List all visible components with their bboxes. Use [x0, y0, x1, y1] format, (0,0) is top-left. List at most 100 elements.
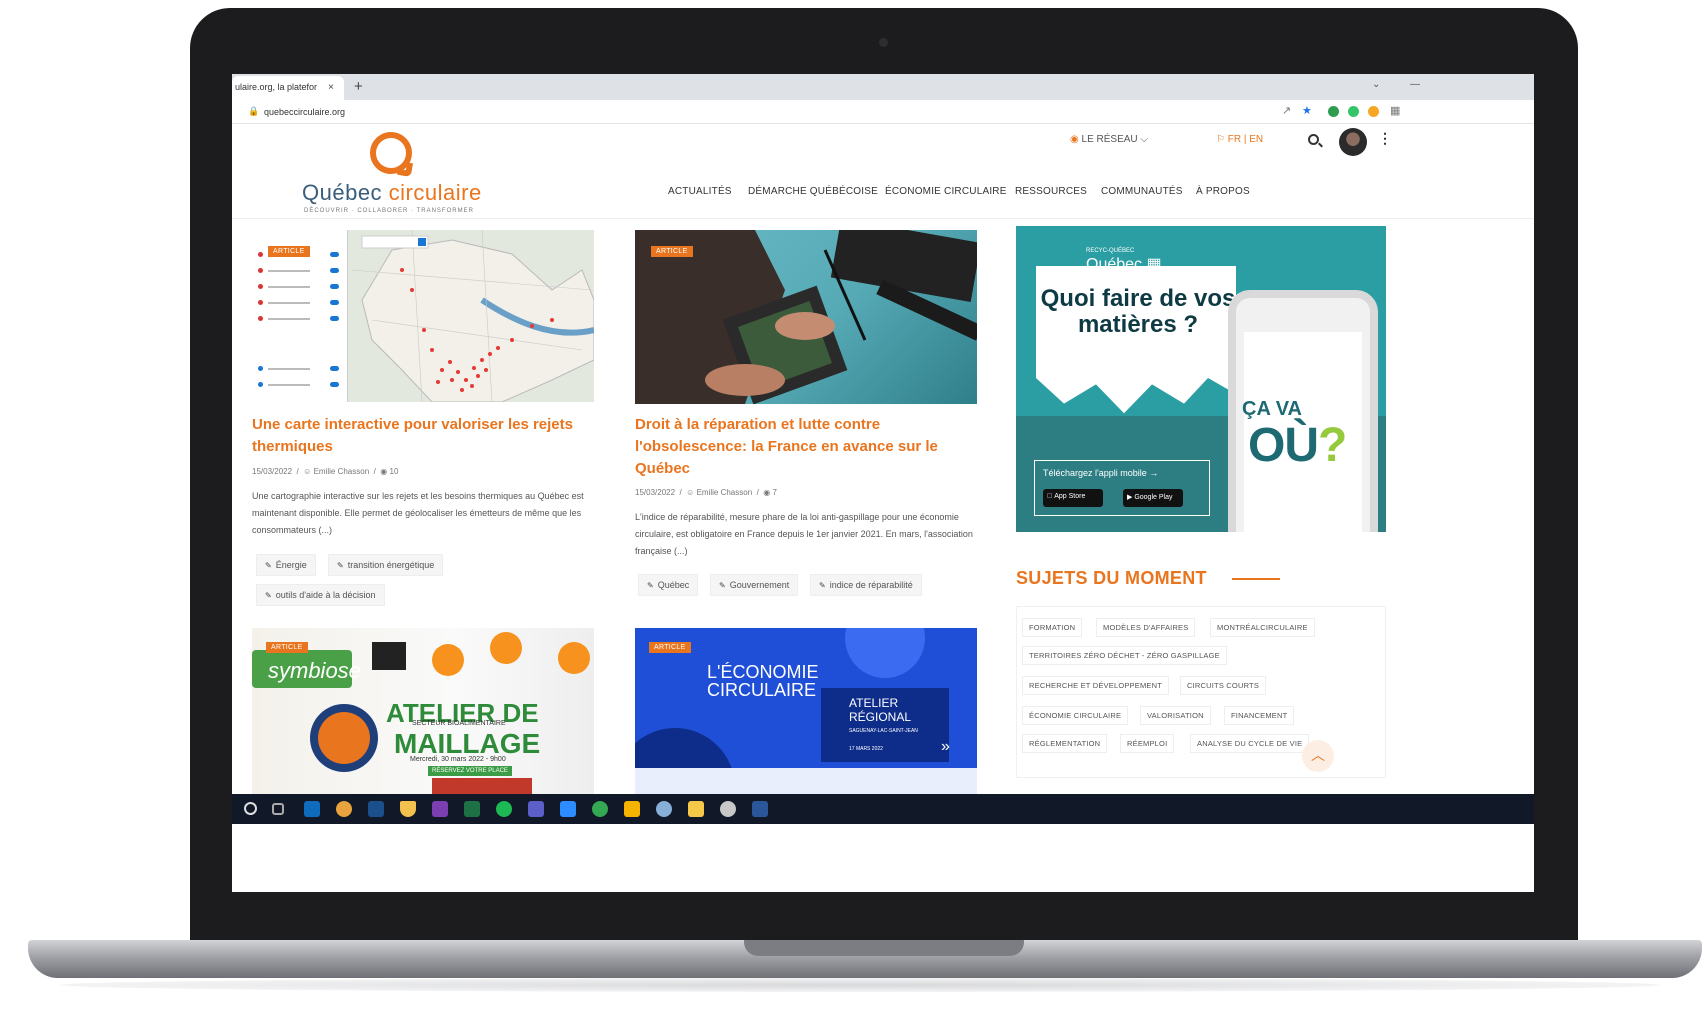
arrow-icon: »: [941, 738, 950, 755]
extension-icon[interactable]: [1328, 106, 1339, 117]
new-tab-button[interactable]: +: [354, 78, 363, 95]
card-image-repair[interactable]: ARTICLE: [635, 230, 977, 404]
url-field[interactable]: quebeccirculaire.org: [264, 107, 345, 117]
word-icon[interactable]: [752, 801, 768, 817]
chrome-icon[interactable]: [336, 801, 352, 817]
nav-a-propos[interactable]: À PROPOS: [1196, 186, 1250, 197]
globe-app-icon[interactable]: [592, 801, 608, 817]
share-icon[interactable]: ↗: [1282, 104, 1291, 117]
nav-demarche[interactable]: DÉMARCHE QUÉBÉCOISE: [748, 186, 878, 197]
browser-tab[interactable]: ulaire.org, la platefor ×: [232, 76, 344, 100]
topic-tag[interactable]: RÉGLEMENTATION: [1022, 734, 1108, 753]
card-image-atelier[interactable]: ARTICLE symbiose ATELIER DE SECTEUR BIOA…: [252, 628, 594, 794]
browser-tab-bar: ulaire.org, la platefor × + ⌄ —: [232, 74, 1534, 100]
excel-icon[interactable]: [464, 801, 480, 817]
download-box[interactable]: Téléchargez l'appli mobile →  App Store…: [1034, 460, 1210, 516]
topic-tag[interactable]: RECHERCHE ET DÉVELOPPEMENT: [1022, 676, 1170, 695]
tag-quebec[interactable]: Québec: [638, 574, 699, 596]
card-meta: 15/03/2022 / ☺ Emilie Chasson / ◉ 10: [252, 467, 399, 476]
eye-icon: ◉: [763, 488, 771, 497]
close-icon[interactable]: ×: [328, 82, 334, 93]
nav-actualites[interactable]: ACTUALITÉS: [668, 186, 732, 197]
laptop-screen: ulaire.org, la platefor × + ⌄ — 🔒 quebec…: [232, 74, 1534, 892]
camera-dot: [879, 38, 888, 47]
flask-icon[interactable]: [400, 801, 416, 817]
atelier-label: ATELIER: [849, 696, 899, 710]
topic-tag[interactable]: FORMATION: [1022, 618, 1083, 637]
date-label: 17 MARS 2022: [849, 746, 883, 752]
quebec-logo: RECYC-QUÉBEC Québec ▦: [1086, 248, 1162, 273]
card-meta: 15/03/2022 / ☺ Emilie Chasson / ◉ 7: [635, 488, 777, 497]
topic-tag[interactable]: TERRITOIRES ZÉRO DÉCHET - ZÉRO GASPILLAG…: [1022, 646, 1227, 665]
card-image-economie[interactable]: ARTICLE L'ÉCONOMIE CIRCULAIRE ATELIER RÉ…: [635, 628, 977, 794]
app-icon[interactable]: [624, 801, 640, 817]
laptop-shadow: [60, 978, 1660, 992]
nav-economie[interactable]: ÉCONOMIE CIRCULAIRE: [885, 186, 1007, 197]
topic-tag[interactable]: MONTRÉALCIRCULAIRE: [1210, 618, 1315, 637]
card-excerpt: Une cartographie interactive sur les rej…: [252, 491, 584, 535]
extension-icon[interactable]: [1368, 106, 1379, 117]
minimize-icon[interactable]: —: [1410, 79, 1420, 90]
topic-tag[interactable]: VALORISATION: [1140, 706, 1211, 725]
folder-icon[interactable]: [688, 801, 704, 817]
brand-name: Québec circulaire: [302, 180, 482, 205]
task-view-icon[interactable]: [272, 803, 284, 815]
lock-icon: 🔒: [248, 106, 260, 116]
heading-rule: [1232, 578, 1280, 580]
eye-icon: ◉: [380, 467, 388, 476]
avatar[interactable]: [1339, 128, 1367, 156]
article-badge: ARTICLE: [266, 642, 308, 653]
outlook-icon[interactable]: [304, 801, 320, 817]
extension-icon[interactable]: [1348, 106, 1359, 117]
onenote-icon[interactable]: [432, 801, 448, 817]
flag-icon: ⚐: [1216, 134, 1228, 145]
googleplay-button[interactable]: ▶ Google Play: [1123, 489, 1183, 507]
start-icon[interactable]: [244, 802, 257, 815]
card-excerpt: L'indice de réparabilité, mesure phare d…: [635, 512, 973, 556]
nav-ressources[interactable]: RESSOURCES: [1015, 186, 1087, 197]
symbiose-logo: symbiose: [268, 658, 361, 683]
snip-icon[interactable]: [656, 801, 672, 817]
spotify-icon[interactable]: [496, 801, 512, 817]
back-to-top-button[interactable]: ︿: [1302, 740, 1334, 772]
site-header: Québec circulaire DÉCOUVRIR · COLLABORER…: [232, 124, 1534, 219]
network-menu[interactable]: ◉ LE RÉSEAU ⌵: [1070, 134, 1148, 145]
chevron-down-icon[interactable]: ⌄: [1372, 79, 1380, 90]
tag-outils[interactable]: outils d'aide à la décision: [256, 584, 385, 606]
ou-logo: OÙ?: [1248, 419, 1347, 472]
card-image-map[interactable]: ARTICLE: [252, 230, 594, 402]
recyc-quebec-ad[interactable]: RECYC-QUÉBEC Québec ▦ Quoi faire de vos m…: [1016, 226, 1386, 532]
puzzle-icon[interactable]: ▦: [1390, 104, 1400, 117]
topic-tag[interactable]: RÉEMPLOI: [1120, 734, 1175, 753]
appstore-button[interactable]:  App Store: [1043, 489, 1103, 507]
language-switch[interactable]: ⚐ FR | EN: [1216, 134, 1263, 145]
menu-icon[interactable]: ⋮: [1378, 130, 1392, 147]
star-icon[interactable]: ★: [1302, 104, 1312, 117]
globe-icon: ◉: [1070, 134, 1082, 145]
card-title[interactable]: Droit à la réparation et lutte contre l'…: [635, 414, 955, 480]
topic-tag[interactable]: ÉCONOMIE CIRCULAIRE: [1022, 706, 1129, 725]
search-icon[interactable]: [1308, 134, 1319, 145]
tag-reparabilite[interactable]: indice de réparabilité: [810, 574, 922, 596]
address-bar: 🔒 quebeccirculaire.org ↗ ★ ▦: [232, 100, 1534, 124]
card-title[interactable]: Une carte interactive pour valoriser les…: [252, 414, 594, 458]
topic-tag[interactable]: CIRCUITS COURTS: [1180, 676, 1267, 695]
zoom-icon[interactable]: [560, 801, 576, 817]
logo-tail-icon: [396, 160, 414, 178]
tab-title: ulaire.org, la platefor: [235, 82, 318, 92]
tag-transition[interactable]: transition énergétique: [328, 554, 444, 576]
article-badge: ARTICLE: [268, 246, 310, 257]
gear-icon[interactable]: [720, 801, 736, 817]
topic-tag[interactable]: MODÈLES D'AFFAIRES: [1096, 618, 1196, 637]
topic-tag[interactable]: ANALYSE DU CYCLE DE VIE: [1190, 734, 1310, 753]
topic-tag[interactable]: FINANCEMENT: [1224, 706, 1295, 725]
tag-energie[interactable]: Énergie: [256, 554, 316, 576]
eco-line-2: CIRCULAIRE: [707, 680, 817, 700]
reserve-button[interactable]: RÉSERVEZ VOTRE PLACE: [428, 766, 512, 776]
nav-communautes[interactable]: COMMUNAUTÉS: [1101, 186, 1183, 197]
teams-icon[interactable]: [528, 801, 544, 817]
terminal-icon[interactable]: [368, 801, 384, 817]
tag-gouvernement[interactable]: Gouvernement: [710, 574, 799, 596]
brand-tagline: DÉCOUVRIR · COLLABORER · TRANSFORMER: [304, 208, 474, 214]
region-label: SAGUENAY-LAC-SAINT-JEAN: [849, 728, 918, 734]
